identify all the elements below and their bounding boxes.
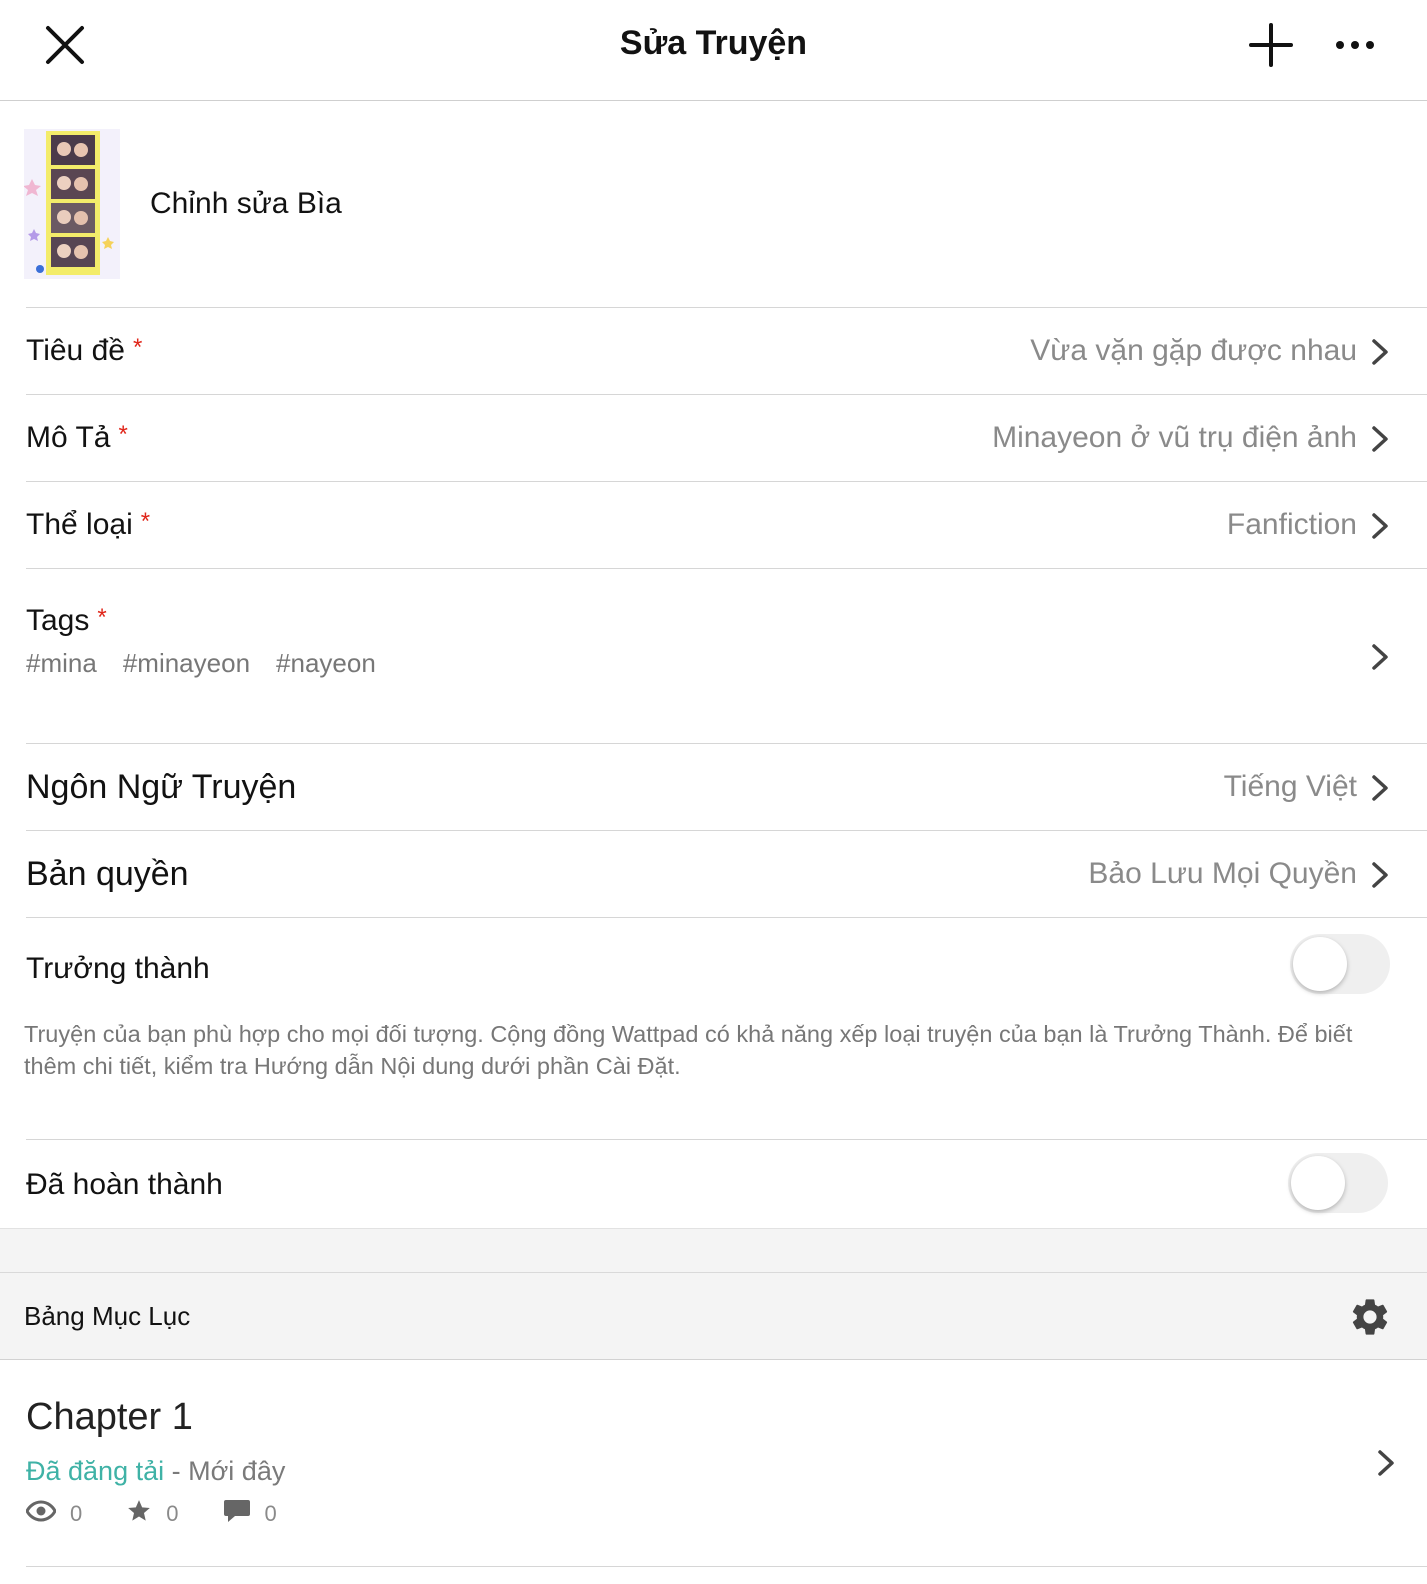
toggle-knob [1291,1156,1345,1210]
star-icon [126,1498,152,1529]
edit-cover-row[interactable]: Chỉnh sửa Bìa [0,101,1427,309]
completed-toggle[interactable] [1288,1153,1388,1213]
language-value: Tiếng Việt [1223,770,1357,803]
chevron-right-icon [1369,860,1391,890]
genre-label: Thể loại * [26,508,151,541]
divider [26,568,1427,569]
title-label: Tiêu đề * [26,334,143,367]
toc-header: Bảng Mục Lục [0,1228,1427,1360]
published-status: Đã đăng tải [26,1456,165,1486]
description-value: Minayeon ở vũ trụ điện ảnh [992,421,1357,454]
more-horizontal-icon[interactable] [1330,20,1380,70]
required-marker: * [140,508,151,535]
comments-stat: 0 [223,1498,277,1529]
completed-row: Đã hoàn thành [0,1140,1427,1227]
chapter-list-item[interactable]: Chapter 1 Đã đăng tải - Mới đây 0 0 0 [0,1360,1427,1568]
tags-field-row[interactable]: Tags * #mina #minayeon #nayeon [0,570,1427,744]
copyright-label: Bản quyền [26,855,189,893]
chapter-title: Chapter 1 [26,1396,193,1438]
eye-icon [25,1500,57,1527]
votes-stat: 0 [126,1498,179,1529]
description-label: Mô Tả * [26,421,128,454]
divider [26,1566,1427,1567]
title-value: Vừa vặn gặp được nhau [1030,334,1357,367]
tag-item: #nayeon [276,648,376,678]
views-count: 0 [70,1500,83,1526]
gear-icon[interactable] [1348,1295,1392,1339]
genre-field-row[interactable]: Thể loại * Fanfiction [0,482,1427,569]
genre-value: Fanfiction [1226,508,1357,541]
plus-icon[interactable] [1246,20,1296,70]
top-bar: Sửa Truyện [0,0,1427,101]
tags-label: Tags * [26,604,107,637]
chevron-right-icon [1369,511,1391,541]
completed-label: Đã hoàn thành [26,1168,223,1201]
chevron-right-icon [1369,424,1391,454]
required-marker: * [97,604,107,631]
tag-item: #minayeon [122,648,251,678]
tag-item: #mina [26,648,97,678]
chevron-right-icon [1369,642,1391,672]
divider [0,1272,1427,1273]
description-field-row[interactable]: Mô Tả * Minayeon ở vũ trụ điện ảnh [0,395,1427,482]
edit-cover-label: Chỉnh sửa Bìa [150,187,342,220]
comments-count: 0 [264,1500,277,1526]
language-field-row[interactable]: Ngôn Ngữ Truyện Tiếng Việt [0,744,1427,831]
chevron-right-icon [1375,1448,1397,1478]
cover-thumbnail[interactable] [24,129,120,279]
language-label: Ngôn Ngữ Truyện [26,768,297,806]
title-field-row[interactable]: Tiêu đề * Vừa vặn gặp được nhau [0,308,1427,395]
chevron-right-icon [1369,337,1391,367]
chevron-right-icon [1369,773,1391,803]
votes-count: 0 [166,1500,179,1526]
toc-title: Bảng Mục Lục [24,1301,191,1331]
required-marker: * [132,334,143,361]
copyright-field-row[interactable]: Bản quyền Bảo Lưu Mọi Quyền [0,831,1427,918]
toggle-knob [1293,937,1347,991]
comment-icon [223,1498,251,1529]
mature-label: Trưởng thành [26,952,210,985]
copyright-value: Bảo Lưu Mọi Quyền [1088,857,1357,890]
views-stat: 0 [25,1500,83,1527]
mature-toggle[interactable] [1290,934,1390,994]
chapter-time: Mới đây [188,1456,286,1486]
tags-list: #mina #minayeon #nayeon [26,648,376,679]
chapter-stats: 0 0 0 [25,1498,321,1529]
chapter-status: Đã đăng tải - Mới đây [26,1456,286,1486]
required-marker: * [118,421,128,448]
mature-note: Truyện của bạn phù hợp cho mọi đối tượng… [24,1021,1353,1079]
page-title: Sửa Truyện [619,24,808,62]
